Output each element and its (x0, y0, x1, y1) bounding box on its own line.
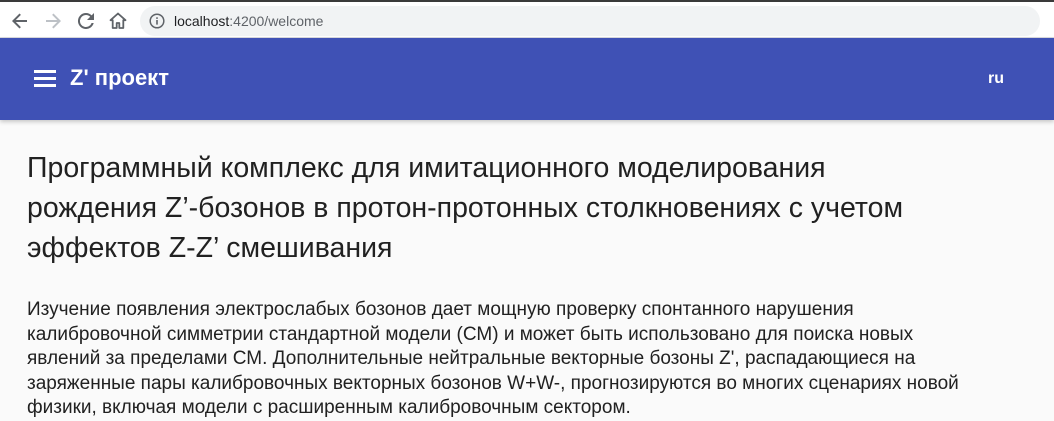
intro-paragraph: Изучение появления электрослабых бозонов… (27, 298, 1037, 421)
paragraph-line: заряженные пары калибровочных векторных … (27, 372, 959, 394)
page-heading: Программный комплекс для имитационного м… (27, 148, 1037, 268)
forward-button[interactable] (40, 8, 66, 34)
menu-icon[interactable] (34, 70, 56, 88)
url-text: localhost:4200/welcome (174, 13, 323, 29)
heading-line: рождения Z’-бозонов в протон-протонных с… (27, 192, 904, 224)
back-arrow-icon (12, 13, 28, 29)
forward-arrow-icon (45, 13, 61, 29)
main-content: Программный комплекс для имитационного м… (27, 148, 1037, 421)
home-button[interactable] (105, 8, 131, 34)
url-host: localhost (174, 13, 230, 29)
home-icon (109, 12, 127, 30)
paragraph-line: физики, включая модели с расширенным кал… (27, 397, 631, 418)
browser-toolbar: localhost:4200/welcome (0, 0, 1054, 38)
reload-button[interactable] (73, 8, 99, 34)
address-bar[interactable]: localhost:4200/welcome (140, 6, 1040, 36)
back-button[interactable] (7, 8, 33, 34)
language-switch[interactable]: ru (976, 70, 1016, 88)
url-path: :4200/welcome (229, 13, 324, 29)
paragraph-line: Изучение появления электрослабых бозонов… (27, 299, 854, 320)
reload-icon (78, 13, 94, 29)
paragraph-line: калибровочной симметрии стандартной моде… (27, 323, 914, 345)
app-toolbar: Z' проект ru (0, 38, 1054, 120)
heading-line: эффектов Z-Z’ смешивания (27, 232, 393, 264)
paragraph-line: явлений за пределами СМ. Дополнительные … (27, 348, 916, 369)
info-icon[interactable] (149, 13, 165, 29)
app-title[interactable]: Z' проект (70, 65, 169, 91)
heading-line: Программный комплекс для имитационного м… (27, 152, 826, 184)
